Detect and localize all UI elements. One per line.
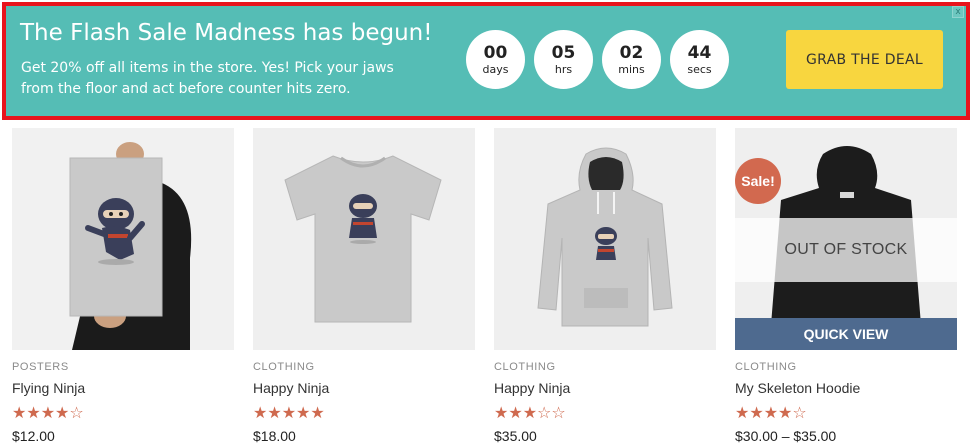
out-of-stock-label: OUT OF STOCK (735, 218, 957, 282)
star-rating: ★★★☆☆ (494, 403, 566, 422)
countdown-hours: 05 hrs (534, 30, 593, 89)
product-card: CLOTHING Happy Ninja ★★★★★ $18.00 (253, 128, 475, 444)
product-category[interactable]: CLOTHING (494, 361, 716, 373)
countdown-value: 02 (619, 42, 644, 63)
product-name[interactable]: Happy Ninja (253, 380, 475, 396)
quick-view-button[interactable]: QUICK VIEW (735, 318, 957, 350)
countdown-unit: hrs (554, 62, 573, 76)
countdown-value: 44 (687, 42, 712, 63)
product-name[interactable]: Flying Ninja (12, 380, 234, 396)
countdown-timer: 00 days 05 hrs 02 mins 44 secs (466, 30, 729, 89)
countdown-unit: mins (618, 62, 645, 76)
sale-badge: Sale! (735, 158, 781, 204)
banner-title: The Flash Sale Madness has begun! (20, 20, 433, 46)
grab-deal-button[interactable]: GRAB THE DEAL (786, 30, 943, 89)
countdown-unit: secs (687, 62, 712, 76)
banner-description: Get 20% off all items in the store. Yes!… (21, 60, 394, 97)
product-card: POSTERS Flying Ninja ★★★★☆ $12.00 (12, 128, 234, 444)
product-category[interactable]: POSTERS (12, 361, 234, 373)
close-icon[interactable]: x (952, 6, 964, 18)
countdown-seconds: 44 secs (670, 30, 729, 89)
countdown-value: 00 (483, 42, 508, 63)
product-card: CLOTHING Happy Ninja ★★★☆☆ $35.00 (494, 128, 716, 444)
product-price: $35.00 (494, 428, 537, 444)
product-price: $12.00 (12, 428, 55, 444)
countdown-value: 05 (551, 42, 576, 63)
product-category[interactable]: CLOTHING (253, 361, 475, 373)
product-price: $18.00 (253, 428, 296, 444)
product-price: $30.00 – $35.00 (735, 428, 837, 444)
flash-sale-banner: x The Flash Sale Madness has begun! Get … (2, 2, 970, 120)
product-category[interactable]: CLOTHING (735, 361, 957, 373)
hoodie-image[interactable] (494, 128, 716, 350)
star-rating: ★★★★★ (253, 403, 325, 422)
product-grid: POSTERS Flying Ninja ★★★★☆ $12.00 CLOTHI… (12, 128, 957, 444)
poster-ninja-image[interactable] (12, 128, 234, 350)
star-rating: ★★★★☆ (735, 403, 807, 422)
product-name[interactable]: My Skeleton Hoodie (735, 380, 957, 396)
product-name[interactable]: Happy Ninja (494, 380, 716, 396)
countdown-days: 00 days (466, 30, 525, 89)
countdown-unit: days (482, 62, 509, 76)
countdown-minutes: 02 mins (602, 30, 661, 89)
tshirt-image[interactable] (253, 128, 475, 350)
star-rating: ★★★★☆ (12, 403, 84, 422)
